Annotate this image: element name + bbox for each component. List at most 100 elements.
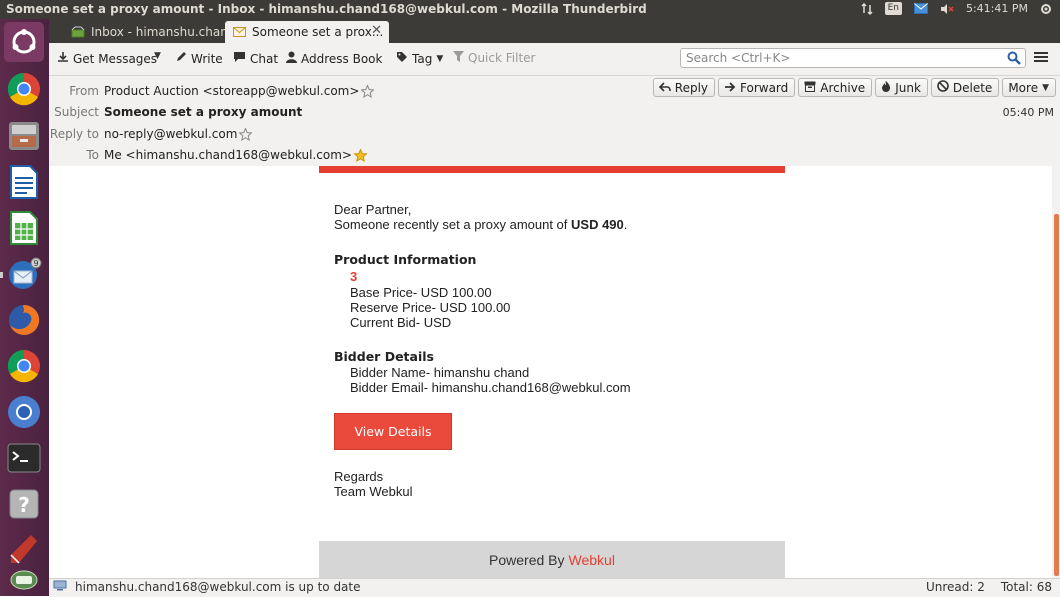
tag-button[interactable]: Tag ▼ <box>396 51 443 66</box>
chromium-icon[interactable] <box>4 392 44 432</box>
chrome-icon[interactable] <box>4 69 44 109</box>
settings-gear-icon[interactable] <box>1040 3 1052 15</box>
network-icon[interactable] <box>861 2 873 15</box>
from-label: From <box>69 84 99 98</box>
pencil-icon[interactable] <box>4 529 44 569</box>
to-row: To Me <himanshu.chand168@webkul.com> <box>49 148 367 162</box>
keyboard-layout-indicator[interactable]: En <box>884 2 902 15</box>
tab-inbox[interactable]: Inbox - himanshu.chan... <box>63 21 239 43</box>
mail-icon[interactable] <box>913 3 928 14</box>
reply-to-value[interactable]: no-reply@webkul.com <box>104 127 237 141</box>
junk-flame-icon <box>881 80 891 95</box>
address-book-label: Address Book <box>301 51 383 66</box>
archive-label: Archive <box>820 80 866 95</box>
unity-launcher: 9 ? <box>0 19 50 596</box>
quick-filter-button[interactable]: Quick Filter <box>453 51 535 65</box>
star-outline-icon[interactable] <box>239 127 253 141</box>
view-details-button[interactable]: View Details <box>334 413 452 450</box>
status-message: himanshu.chand168@webkul.com is up to da… <box>75 580 361 594</box>
chat-bubble-icon <box>233 51 246 66</box>
tab-message[interactable]: Someone set a prox... ✕ <box>225 21 389 43</box>
write-button[interactable]: Write <box>175 51 223 66</box>
tab-bar: Inbox - himanshu.chan... Someone set a p… <box>49 19 1060 43</box>
person-icon <box>286 51 297 66</box>
product-name-link[interactable]: 3 <box>350 269 357 284</box>
svg-text:?: ? <box>18 493 30 517</box>
subject-label: Subject <box>54 105 99 119</box>
volume-muted-icon[interactable] <box>940 3 954 15</box>
trash-icon[interactable] <box>4 564 44 596</box>
ubuntu-dash-icon[interactable] <box>4 22 44 62</box>
message-time: 05:40 PM <box>1002 106 1054 119</box>
reply-button[interactable]: Reply <box>652 78 716 97</box>
search-input[interactable] <box>681 49 1001 67</box>
tab-inbox-label: Inbox - himanshu.chan... <box>91 25 240 39</box>
message-actions: Reply Forward Archive Junk Delete More ▼ <box>652 78 1056 97</box>
subject-row: Subject Someone set a proxy amount <box>49 105 302 119</box>
star-outline-icon[interactable] <box>361 84 375 98</box>
get-messages-label: Get Messages <box>73 51 158 66</box>
email-top-red-bar <box>319 166 785 173</box>
forward-label: Forward <box>740 80 789 95</box>
archive-box-icon <box>804 81 816 95</box>
thunderbird-badge: 9 <box>33 259 38 268</box>
email-greeting: Dear Partner, <box>334 202 412 217</box>
tab-message-label: Someone set a prox... <box>252 25 384 39</box>
window-title: Someone set a proxy amount - Inbox - him… <box>6 2 647 16</box>
terminal-icon[interactable] <box>4 438 44 478</box>
filter-icon <box>453 51 464 65</box>
email-intro: Someone recently set a proxy amount of U… <box>334 217 627 232</box>
search-icon[interactable] <box>1007 51 1021 68</box>
forward-button[interactable]: Forward <box>718 78 796 97</box>
base-price: Base Price- USD 100.00 <box>350 285 492 300</box>
to-value[interactable]: Me <himanshu.chand168@webkul.com> <box>104 148 352 162</box>
email-footer: Powered By Webkul <box>319 541 785 578</box>
reply-arrow-icon <box>658 81 671 95</box>
get-messages-dropdown[interactable]: ▼ <box>154 51 161 61</box>
from-row: From Product Auction <storeapp@webkul.co… <box>49 84 375 98</box>
chat-button[interactable]: Chat <box>233 51 278 66</box>
bidder-name: Bidder Name- himanshu chand <box>350 365 530 380</box>
status-right: Unread: 2 Total: 68 <box>926 580 1052 594</box>
intro-suffix: . <box>623 217 628 232</box>
tag-label: Tag <box>412 51 433 66</box>
firefox-icon[interactable] <box>4 300 44 340</box>
webkul-link[interactable]: Webkul <box>569 552 615 568</box>
pencil-icon <box>175 51 187 66</box>
proxy-amount: USD 490 <box>571 217 624 232</box>
inbox-icon <box>71 26 85 38</box>
message-scrollbar[interactable] <box>1052 166 1060 578</box>
scrollbar-thumb[interactable] <box>1054 214 1059 576</box>
junk-button[interactable]: Junk <box>875 78 928 97</box>
system-indicators: En 5:41:41 PM <box>861 2 1052 15</box>
writer-icon[interactable] <box>4 162 44 202</box>
app-menu-button[interactable] <box>1034 51 1048 66</box>
star-filled-icon[interactable] <box>354 148 367 162</box>
calc-icon[interactable] <box>4 208 44 248</box>
email-regards: Regards <box>334 469 384 484</box>
bidder-email: Bidder Email- himanshu.chand168@webkul.c… <box>350 380 631 395</box>
clock[interactable]: 5:41:41 PM <box>966 2 1028 15</box>
get-messages-button[interactable]: Get Messages <box>57 51 157 66</box>
archive-button[interactable]: Archive <box>798 78 873 97</box>
from-value[interactable]: Product Auction <storeapp@webkul.com> <box>104 84 359 98</box>
thunderbird-icon[interactable]: 9 <box>4 254 44 294</box>
forward-arrow-icon <box>724 81 736 95</box>
more-button[interactable]: More ▼ <box>1002 78 1056 97</box>
offline-status-icon[interactable] <box>53 580 67 594</box>
chevron-down-icon: ▼ <box>154 51 161 61</box>
chrome-icon[interactable] <box>4 346 44 386</box>
close-icon[interactable]: ✕ <box>371 23 382 38</box>
help-icon[interactable]: ? <box>4 484 44 524</box>
product-info-heading: Product Information <box>334 252 477 267</box>
delete-button[interactable]: Delete <box>930 78 1000 97</box>
chevron-down-icon: ▼ <box>1042 82 1049 93</box>
running-indicator <box>0 272 3 278</box>
email-signature: Team Webkul <box>334 484 413 499</box>
current-bid: Current Bid- USD <box>350 315 452 330</box>
files-icon[interactable] <box>4 116 44 156</box>
search-box <box>680 48 1026 68</box>
message-header-pane: From Product Auction <storeapp@webkul.co… <box>49 76 1060 167</box>
address-book-button[interactable]: Address Book <box>286 51 382 66</box>
reserve-price: Reserve Price- USD 100.00 <box>350 300 511 315</box>
